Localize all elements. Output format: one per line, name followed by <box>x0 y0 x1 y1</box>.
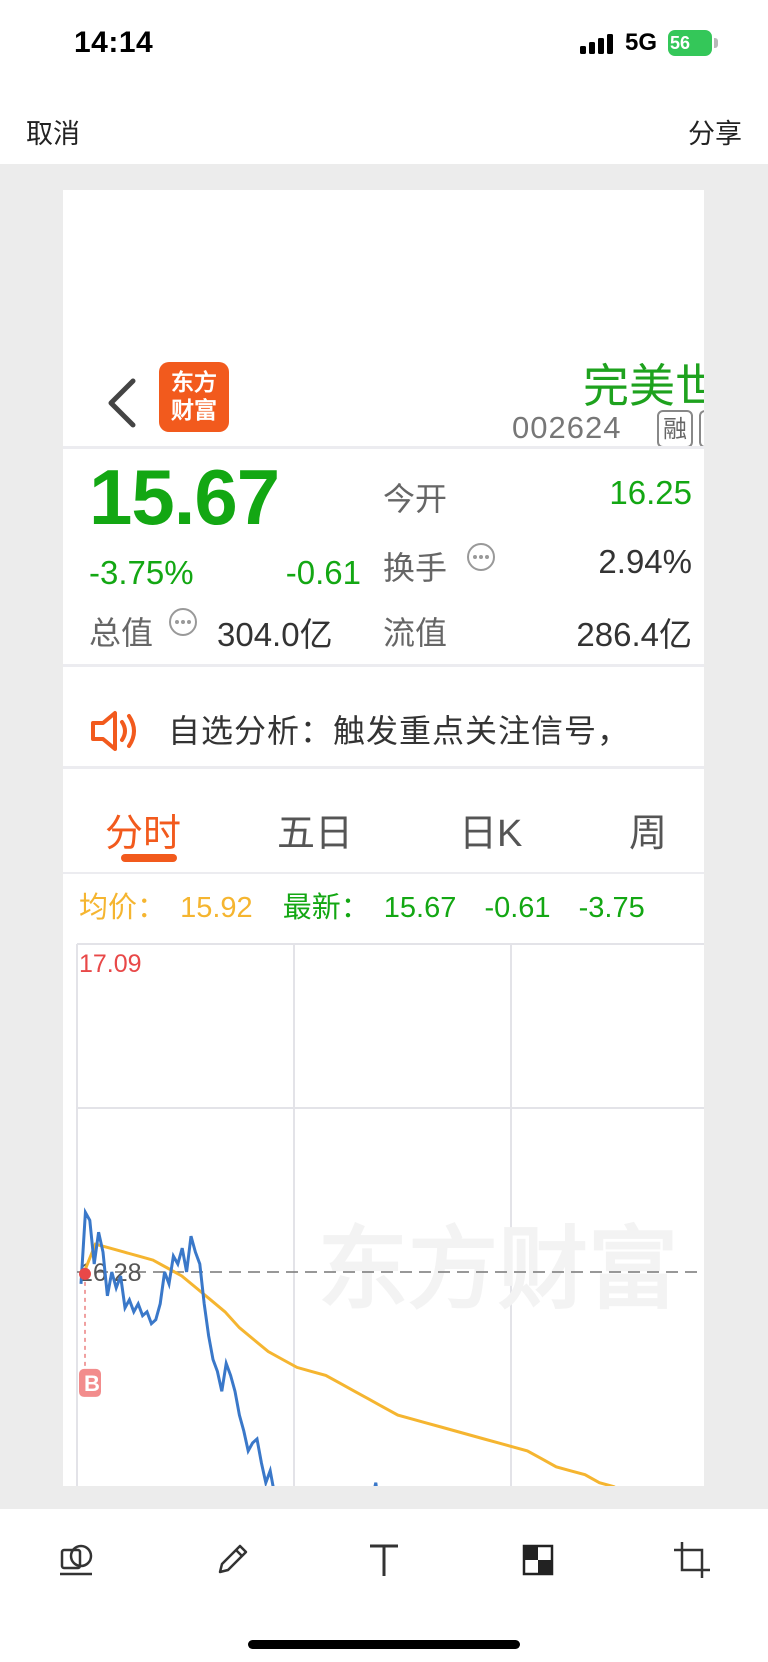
intraday-summary: 均价： 15.92 最新： 15.67 -0.61 -3.75 <box>79 884 645 926</box>
tab-weekly[interactable]: 周 <box>629 802 667 857</box>
cellular-signal-icon <box>580 34 613 54</box>
cancel-button[interactable]: 取消 <box>26 112 80 151</box>
buy-marker-dot <box>79 1267 91 1280</box>
tab-intraday[interactable]: 分时 <box>105 802 181 857</box>
pen-tool-icon[interactable] <box>212 1540 252 1580</box>
divider <box>63 446 704 449</box>
tab-daily-k[interactable]: 日K <box>459 802 522 857</box>
reference-label: 16.28 <box>79 1259 142 1287</box>
mosaic-tool-icon[interactable] <box>518 1540 558 1580</box>
price-line <box>79 1207 378 1486</box>
home-indicator <box>248 1640 520 1649</box>
app-logo: 东方 财富 <box>159 362 229 432</box>
chart-grid <box>76 943 704 1486</box>
buy-marker-text: B <box>84 1371 100 1396</box>
buy-marker-badge <box>79 1368 101 1397</box>
average-price-line <box>79 1242 616 1486</box>
total-cap-label: 总值 <box>89 615 154 651</box>
battery-level: 56 <box>668 30 712 56</box>
open-label: 今开 <box>383 481 448 517</box>
change-amount: -0.61 <box>285 554 361 591</box>
avg-price-value: 15.92 <box>180 892 253 924</box>
text-tool-icon[interactable] <box>364 1540 404 1580</box>
latest-percent: -3.75 <box>578 892 645 924</box>
shapes-tool-icon[interactable] <box>58 1540 98 1580</box>
share-button[interactable]: 分享 <box>688 112 742 151</box>
editor-toolbar <box>0 1509 768 1662</box>
screenshot-preview[interactable]: 东方 财富 完美世 002624 融 15.67 -3.75% -0.61 今开… <box>63 190 704 1486</box>
crop-tool-icon[interactable] <box>672 1540 712 1580</box>
float-cap-value: 286.4亿 <box>576 616 692 653</box>
latest-value: 15.67 <box>383 892 457 924</box>
open-value: 16.25 <box>609 474 692 511</box>
float-cap-label: 流值 <box>383 615 448 651</box>
change-percent: -3.75% <box>89 554 194 591</box>
y-top-label: 17.09 <box>79 950 142 978</box>
divider <box>63 664 704 667</box>
speaker-icon <box>91 711 136 751</box>
more-info-icon[interactable] <box>168 607 198 637</box>
latest-change: -0.61 <box>484 892 551 924</box>
latest-label: 最新： <box>282 892 370 924</box>
more-info-icon[interactable] <box>466 542 496 572</box>
turnover-value: 2.94% <box>598 543 692 580</box>
divider <box>63 872 704 874</box>
avg-price-label: 均价： <box>79 892 167 924</box>
chart-watermark: 东方财富 <box>318 1220 678 1320</box>
stock-name: 完美世 <box>583 360 704 412</box>
battery-icon: 56 <box>668 30 718 56</box>
network-type: 5G <box>625 29 658 56</box>
divider <box>63 766 704 769</box>
tab-five-day[interactable]: 五日 <box>277 802 353 857</box>
stock-code: 002624 <box>512 410 622 445</box>
back-arrow-icon <box>108 378 136 428</box>
total-cap-value: 304.0亿 <box>217 616 333 653</box>
status-bar: 14:14 5G 56 <box>0 0 768 86</box>
active-tab-indicator <box>121 854 177 862</box>
analysis-announcement[interactable]: 自选分析：触发重点关注信号， <box>168 706 630 752</box>
margin-trading-badge: 融 <box>657 410 693 448</box>
secondary-badge <box>699 410 704 448</box>
status-time: 14:14 <box>74 26 154 59</box>
editor-top-bar: 取消 分享 <box>0 86 768 164</box>
screenshot-editor-canvas: 东方 财富 完美世 002624 融 15.67 -3.75% -0.61 今开… <box>0 164 768 1509</box>
turnover-label: 换手 <box>383 550 448 586</box>
current-price: 15.67 <box>89 453 280 541</box>
